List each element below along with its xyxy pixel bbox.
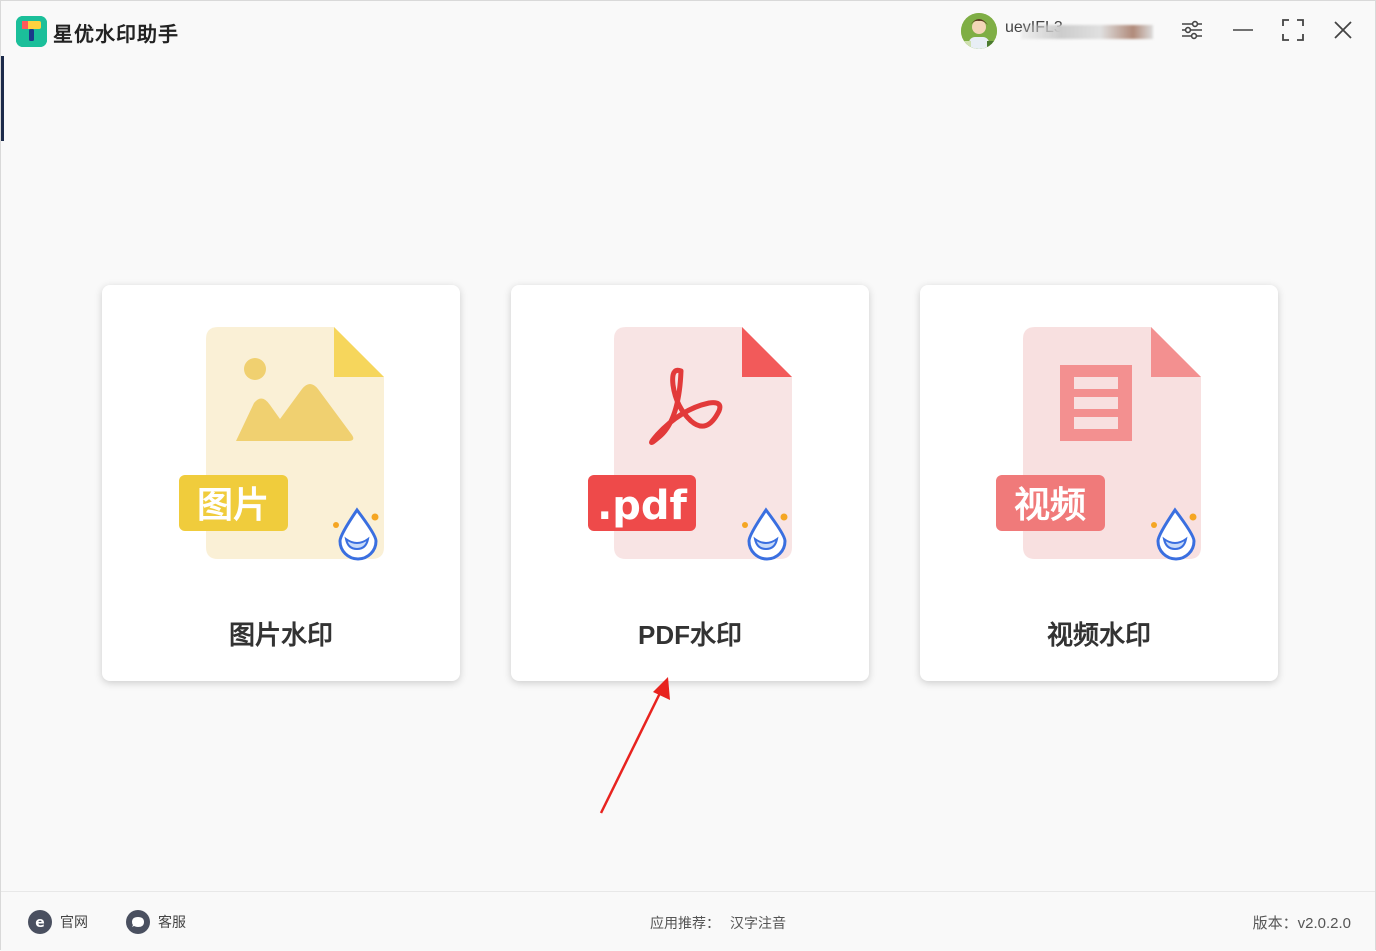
maximize-button[interactable]	[1278, 15, 1308, 45]
close-button[interactable]	[1328, 15, 1358, 45]
image-file-icon: 图片	[179, 327, 384, 561]
support-label: 客服	[158, 914, 186, 930]
minimize-icon	[1233, 29, 1253, 31]
app-window: 星优水印助手 uevIFL3	[0, 0, 1376, 951]
app-logo-icon	[16, 16, 47, 47]
app-recommend: 应用推荐： 汉字注音	[650, 913, 786, 933]
recommend-link[interactable]: 汉字注音	[730, 915, 786, 931]
svg-text:e: e	[35, 915, 45, 930]
avatar[interactable]	[961, 13, 997, 49]
close-icon	[1334, 21, 1352, 39]
video-watermark-card[interactable]: 视频 视频水印	[920, 285, 1278, 681]
support-link[interactable]: 客服	[126, 910, 186, 934]
card-badge: 图片	[197, 485, 269, 526]
card-badge: .pdf	[597, 483, 687, 529]
desktop-edge	[1, 56, 4, 141]
maximize-icon	[1282, 19, 1304, 41]
video-file-icon: 视频	[996, 327, 1201, 561]
pdf-file-icon: .pdf	[588, 327, 792, 561]
chat-bubble-icon	[126, 910, 150, 934]
recommend-label: 应用推荐：	[650, 915, 720, 931]
user-profile[interactable]: uevIFL3	[961, 13, 1153, 49]
footer: e 官网 客服 应用推荐： 汉字注音 版本：v2.0.2.0	[1, 891, 1375, 951]
card-label: 图片水印	[228, 620, 333, 650]
title-bar: 星优水印助手 uevIFL3	[1, 1, 1375, 61]
image-watermark-card[interactable]: 图片 图片水印	[102, 285, 460, 681]
browser-icon: e	[28, 910, 52, 934]
app-title: 星优水印助手	[53, 24, 179, 46]
website-label: 官网	[60, 914, 88, 930]
minimize-button[interactable]	[1228, 15, 1258, 45]
sliders-icon	[1182, 20, 1202, 40]
card-badge: 视频	[1014, 485, 1086, 526]
settings-button[interactable]	[1177, 15, 1207, 45]
pdf-watermark-card[interactable]: .pdf PDF水印	[511, 285, 869, 681]
website-link[interactable]: e 官网	[28, 910, 88, 934]
version-text: 版本：v2.0.2.0	[1252, 915, 1351, 932]
card-label: 视频水印	[1046, 620, 1151, 650]
card-label: PDF水印	[637, 620, 742, 650]
username-mask	[1021, 25, 1153, 39]
